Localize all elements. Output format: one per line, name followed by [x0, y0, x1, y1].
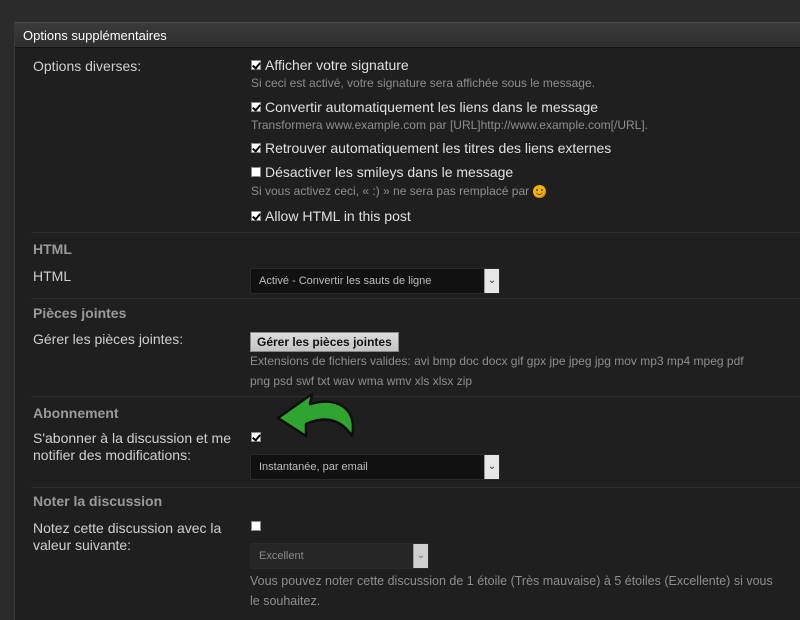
rating-hint-line-2: le souhaitez. [250, 594, 321, 608]
signature-label[interactable]: Afficher votre signature [265, 57, 409, 73]
disable-smileys-label[interactable]: Désactiver les smileys dans le message [265, 164, 513, 180]
convert-links-checkbox[interactable] [251, 102, 261, 112]
html-label: HTML [33, 268, 72, 284]
divider [31, 396, 800, 397]
misc-options-label: Options diverses: [33, 58, 142, 74]
signature-checkbox[interactable] [251, 60, 261, 70]
manage-attachments-button[interactable]: Gérer les pièces jointes [250, 332, 399, 352]
curved-arrow-icon [276, 392, 355, 438]
top-bar [0, 0, 800, 22]
html-section-title: HTML [33, 241, 72, 257]
allow-html-label[interactable]: Allow HTML in this post [265, 208, 411, 224]
attachments-label: Gérer les pièces jointes: [33, 331, 184, 347]
disable-smileys-checkbox[interactable] [251, 167, 261, 177]
convert-links-label[interactable]: Convertir automatiquement les liens dans… [265, 99, 598, 115]
divider [31, 487, 800, 488]
divider [31, 298, 800, 299]
smiley-icon [533, 185, 547, 199]
divider [31, 232, 800, 233]
notification-value: Instantanée, par email [259, 461, 368, 473]
panel-header: Options supplémentaires [15, 22, 800, 48]
signature-hint: Si ceci est activé, votre signature sera… [251, 76, 595, 90]
panel-title: Options supplémentaires [23, 28, 167, 43]
subscription-label-line-2: notifier des modifications: [33, 447, 191, 463]
attachments-section-title: Pièces jointes [33, 305, 127, 321]
chevron-down-icon[interactable]: ⌄ [413, 544, 428, 568]
notification-select[interactable]: Instantanée, par email ⌄ [250, 454, 500, 480]
allow-html-checkbox[interactable] [251, 211, 261, 221]
disable-smileys-hint-text: Si vous activez ceci, « :) » ne sera pas… [251, 184, 530, 198]
link-titles-checkbox[interactable] [251, 143, 261, 153]
rating-section-title: Noter la discussion [33, 493, 163, 509]
chevron-down-icon[interactable]: ⌄ [484, 269, 499, 293]
subscribe-checkbox[interactable] [251, 432, 261, 442]
rating-select[interactable]: Excellent ⌄ [250, 543, 429, 569]
extensions-line-1: Extensions de fichiers valides: avi bmp … [250, 354, 744, 368]
link-titles-label[interactable]: Retrouver automatiquement les titres des… [265, 140, 611, 156]
disable-smileys-hint: Si vous activez ceci, « :) » ne sera pas… [251, 181, 547, 201]
html-mode-value: Activé - Convertir les sauts de ligne [259, 275, 432, 287]
rating-label-line-2: valeur suivante: [33, 537, 132, 553]
rating-value: Excellent [259, 550, 304, 562]
options-panel: Options supplémentaires Options diverses… [14, 22, 800, 620]
chevron-down-icon[interactable]: ⌄ [484, 455, 499, 479]
html-mode-select[interactable]: Activé - Convertir les sauts de ligne ⌄ [250, 268, 500, 294]
convert-links-hint: Transformera www.example.com par [URL]ht… [251, 118, 649, 132]
subscription-section-title: Abonnement [33, 405, 119, 421]
subscription-label-line-1: S'abonner à la discussion et me [33, 430, 232, 446]
rating-label-line-1: Notez cette discussion avec la [33, 520, 222, 536]
rating-hint-line-1: Vous pouvez noter cette discussion de 1 … [250, 574, 773, 588]
rate-checkbox[interactable] [251, 521, 261, 531]
